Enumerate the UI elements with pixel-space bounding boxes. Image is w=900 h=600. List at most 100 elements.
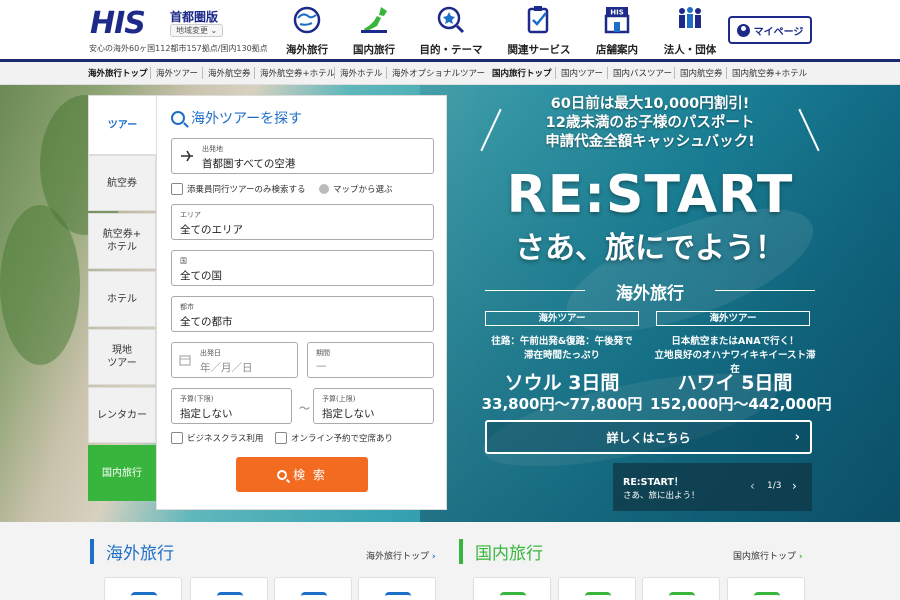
subnav-item[interactable]: 海外航空券+ホテル — [260, 67, 335, 79]
subnav-item[interactable]: 海外旅行トップ — [88, 67, 148, 79]
search-button[interactable]: 検 索 — [236, 457, 368, 492]
airplane-icon — [181, 150, 193, 162]
search-icon — [171, 111, 185, 125]
promo-campaign-text: 60日前は最大10,000円割引! 12歳未満のお子様のパスポート 申請代金全額… — [545, 96, 755, 150]
budget-min-select[interactable]: 予算(下限) 指定しない — [171, 388, 292, 424]
airplane-icon — [585, 592, 611, 600]
chevron-right-icon: › — [794, 430, 800, 445]
domestic-card[interactable] — [473, 577, 551, 600]
airplane-hotel-icon — [301, 592, 327, 600]
search-icon — [277, 469, 288, 480]
overseas-card[interactable] — [274, 577, 352, 600]
departure-field[interactable]: 出発地 首都圏すべての空港 — [171, 138, 434, 174]
his-logo[interactable]: HIS — [90, 6, 146, 41]
city-select[interactable]: 都市 全ての都市 — [171, 296, 434, 332]
subnav-item[interactable]: 国内旅行トップ — [492, 67, 552, 79]
tab-hotel[interactable]: ホテル — [88, 271, 156, 327]
carousel-title: RE:START！ — [623, 477, 684, 488]
tab-air-hotel[interactable]: 航空券+ ホテル — [88, 213, 156, 269]
tab-tour[interactable]: ツアー — [88, 95, 156, 155]
tab-local-tour[interactable]: 現地 ツアー — [88, 329, 156, 385]
checkbox[interactable] — [171, 432, 183, 444]
bus-icon — [669, 592, 695, 600]
chevron-left-icon[interactable]: ‹ — [750, 479, 755, 493]
deal-city: ソウル 3日間 — [504, 372, 620, 394]
carousel-subtitle: さあ、旅に出よう！ — [623, 491, 700, 501]
overseas-card[interactable] — [104, 577, 182, 600]
checkbox[interactable] — [171, 183, 183, 195]
domestic-card[interactable] — [642, 577, 720, 600]
online-availability-checkbox[interactable]: オンライン予約で空席あり — [275, 432, 393, 444]
nav-label: 関連サービス — [507, 44, 571, 56]
mypage-button[interactable]: マイページ — [728, 16, 812, 44]
region-change-button[interactable]: 地域変更 ⌄ — [170, 24, 224, 37]
subnav-item[interactable]: 海外オプショナルツアー — [392, 67, 485, 79]
subnav-item[interactable]: 海外ツアー — [156, 67, 198, 79]
nav-label: 法人・団体 — [663, 44, 717, 56]
panel-title-text: 海外ツアーを探す — [191, 111, 303, 127]
nav-label: 海外旅行 — [286, 44, 328, 56]
group-icon — [679, 7, 701, 28]
domestic-card[interactable] — [558, 577, 636, 600]
overseas-top-link[interactable]: 海外旅行トップ › — [366, 549, 436, 562]
user-icon — [736, 23, 750, 37]
area-select[interactable]: エリア 全てのエリア — [171, 204, 434, 240]
subnav-item[interactable]: 海外ホテル — [340, 67, 383, 79]
nav-label: 店舗案内 — [596, 44, 638, 56]
subnav-item[interactable]: 国内航空券+ホテル — [732, 67, 807, 79]
tab-air[interactable]: 航空券 — [88, 155, 156, 211]
store-icon: HIS — [604, 7, 630, 34]
calendar-icon — [179, 355, 191, 366]
mypage-label: マイページ — [753, 26, 804, 38]
chevron-right-icon[interactable]: › — [792, 479, 797, 493]
suitcase-icon — [500, 592, 526, 600]
nav-label: 国内旅行 — [353, 44, 395, 56]
range-tilde: ～ — [299, 402, 310, 415]
promo-banner: 60日前は最大10,000円割引! 12歳未満のお子様のパスポート 申請代金全額… — [470, 85, 832, 522]
overseas-card[interactable] — [358, 577, 436, 600]
nav-theme[interactable]: 目的・テーマ — [411, 4, 491, 57]
deal-price: 152,000円～442,000円 — [650, 395, 832, 413]
checkbox[interactable] — [275, 432, 287, 444]
site-header: HIS 首都圏版 地域変更 ⌄ 安心の海外60ヶ国112都市157拠点/国内13… — [0, 0, 900, 62]
tab-rental-car[interactable]: レンタカー — [88, 387, 156, 443]
overseas-section-title: 海外旅行 — [90, 539, 174, 564]
subnav-item[interactable]: 海外航空券 — [208, 67, 251, 79]
subnav-item[interactable]: 国内バスツアー — [613, 67, 672, 79]
conductor-checkbox[interactable]: 添乗員同行ツアーのみ検索する — [171, 183, 306, 195]
deal-description: 往路：午前出発&復路：午後発で 滞在時間たっぷり — [491, 336, 633, 361]
country-select[interactable]: 国 全ての国 — [171, 250, 434, 286]
promo-subheadline: さあ、旅にでよう！ — [515, 231, 785, 266]
nav-corporate[interactable]: 法人・団体 — [650, 4, 730, 57]
promo-category: 海外旅行 — [616, 284, 684, 304]
magnifier-icon — [437, 6, 465, 34]
nav-stores[interactable]: HIS 店舗案内 — [577, 4, 657, 57]
flag-icon — [385, 592, 411, 600]
domestic-top-link[interactable]: 国内旅行トップ › — [733, 549, 803, 562]
details-button[interactable]: 詳しくはこちら › — [485, 420, 812, 454]
sub-navigation: 海外旅行トップ 海外ツアー 海外航空券 海外航空券+ホテル 海外ホテル 海外オプ… — [0, 62, 900, 85]
business-class-checkbox[interactable]: ビジネスクラス利用 — [171, 432, 263, 444]
chevron-right-icon: › — [798, 552, 803, 562]
search-panel: 海外ツアーを探す 出発地 首都圏すべての空港 添乗員同行ツアーのみ検索する マッ… — [156, 95, 447, 510]
search-panel-title: 海外ツアーを探す — [171, 108, 302, 128]
map-icon — [319, 184, 329, 194]
deal-price: 33,800円～77,800円 — [481, 395, 643, 413]
domestic-section-title: 国内旅行 — [459, 539, 543, 564]
departure-date-input[interactable]: 出発日 年／月／日 — [171, 342, 298, 378]
period-select[interactable]: 期間 — — [307, 342, 434, 378]
budget-max-select[interactable]: 予算(上限) 指定しない — [313, 388, 434, 424]
clipboard-icon — [527, 6, 549, 34]
deal-tag: 海外ツアー — [656, 311, 810, 326]
overseas-card[interactable] — [190, 577, 268, 600]
nav-services[interactable]: 関連サービス — [499, 4, 579, 57]
subnav-item[interactable]: 国内航空券 — [680, 67, 723, 79]
domestic-card[interactable] — [727, 577, 805, 600]
subnav-item[interactable]: 国内ツアー — [561, 67, 603, 79]
carousel-control: RE:START！ さあ、旅に出よう！ ‹ 1/3 › — [613, 463, 812, 511]
tagline: 安心の海外60ヶ国112都市157拠点/国内130拠点 — [89, 44, 268, 53]
promo-headline: RE:START — [506, 165, 794, 225]
nav-domestic[interactable]: 国内旅行 — [334, 4, 414, 57]
map-select-link[interactable]: マップから選ぶ — [319, 183, 393, 195]
tab-domestic[interactable]: 国内旅行 — [88, 445, 156, 501]
